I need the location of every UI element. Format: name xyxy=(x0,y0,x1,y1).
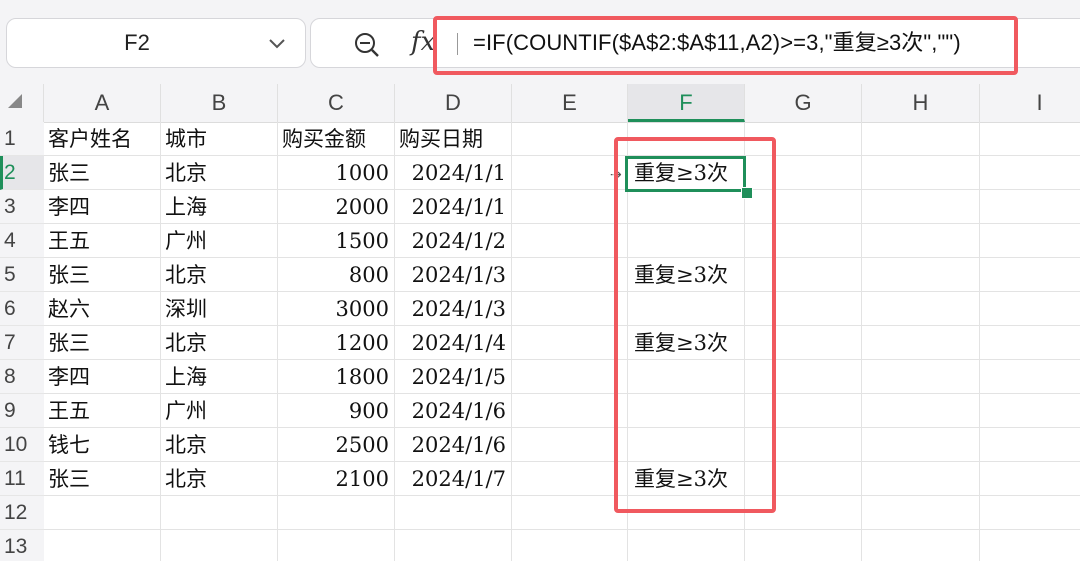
column-header-row: ABCDEFGHI xyxy=(0,84,1080,123)
column-header-b[interactable]: B xyxy=(161,84,278,122)
name-cell[interactable]: 张三 xyxy=(44,258,161,292)
name-cell[interactable]: 赵六 xyxy=(44,292,161,326)
row-header-7[interactable]: 7 xyxy=(0,326,44,360)
row-header-9[interactable]: 9 xyxy=(0,394,44,428)
zoom-out-icon[interactable] xyxy=(353,31,381,59)
column-header-f[interactable]: F xyxy=(628,84,745,122)
row-header-2[interactable]: 2 xyxy=(0,156,44,190)
column-header-d[interactable]: D xyxy=(395,84,512,122)
name-box-value[interactable]: F2 xyxy=(7,19,267,67)
header-cell[interactable]: 客户姓名 xyxy=(44,122,161,156)
name-cell[interactable]: 张三 xyxy=(44,326,161,360)
city-cell[interactable]: 北京 xyxy=(161,428,278,462)
amount-cell[interactable]: 2100 xyxy=(278,462,395,496)
row-header-column: 1 2 3 4 5 6 7 8 9 10 11 12 13 xyxy=(0,122,44,561)
name-cell[interactable]: 张三 xyxy=(44,156,161,190)
city-cell[interactable]: 北京 xyxy=(161,156,278,190)
spreadsheet-grid: ABCDEFGHI 1 2 3 4 5 6 7 8 9 10 11 12 13 客户姓名 城市 购买金额 购买… xyxy=(0,84,1080,561)
date-cell[interactable]: 2024/1/6 xyxy=(395,394,512,428)
row-gridline xyxy=(44,529,1080,530)
amount-cell[interactable]: 2000 xyxy=(278,190,395,224)
date-cell[interactable]: 2024/1/4 xyxy=(395,326,512,360)
date-cell[interactable]: 2024/1/3 xyxy=(395,292,512,326)
row-header-8[interactable]: 8 xyxy=(0,360,44,394)
column-header-c[interactable]: C xyxy=(278,84,395,122)
header-cell[interactable]: 城市 xyxy=(161,122,278,156)
amount-cell[interactable]: 1000 xyxy=(278,156,395,190)
amount-cell[interactable]: 3000 xyxy=(278,292,395,326)
name-cell[interactable]: 张三 xyxy=(44,462,161,496)
column-header-a[interactable]: A xyxy=(44,84,161,122)
name-cell[interactable]: 李四 xyxy=(44,190,161,224)
header-cell[interactable]: 购买日期 xyxy=(395,122,512,156)
formula-highlight-box xyxy=(433,16,1018,75)
date-cell[interactable]: 2024/1/1 xyxy=(395,156,512,190)
row-header-11[interactable]: 11 xyxy=(0,462,44,496)
date-cell[interactable]: 2024/1/2 xyxy=(395,224,512,258)
date-cell[interactable]: 2024/1/6 xyxy=(395,428,512,462)
row-header-6[interactable]: 6 xyxy=(0,292,44,326)
date-cell[interactable]: 2024/1/5 xyxy=(395,360,512,394)
city-cell[interactable]: 北京 xyxy=(161,326,278,360)
column-header-e[interactable]: E xyxy=(512,84,628,122)
cell-area[interactable]: 客户姓名 城市 购买金额 购买日期 张三 北京 1000 2024/1/1 重复≥3次 李四 上海 2… xyxy=(44,122,1080,561)
row-header-4[interactable]: 4 xyxy=(0,224,44,258)
date-cell[interactable]: 2024/1/1 xyxy=(395,190,512,224)
row-header-13[interactable]: 13 xyxy=(0,530,44,561)
name-cell[interactable]: 王五 xyxy=(44,224,161,258)
name-cell[interactable]: 钱七 xyxy=(44,428,161,462)
city-cell[interactable]: 北京 xyxy=(161,258,278,292)
date-cell[interactable]: 2024/1/7 xyxy=(395,462,512,496)
header-cell[interactable]: 购买金额 xyxy=(278,122,395,156)
name-box[interactable]: F2 xyxy=(6,18,306,68)
name-cell[interactable]: 李四 xyxy=(44,360,161,394)
fx-icon[interactable]: fx xyxy=(411,27,435,57)
column-header-i[interactable]: I xyxy=(980,84,1080,122)
row-header-3[interactable]: 3 xyxy=(0,190,44,224)
formula-bar: F2 fx =IF(COUNTIF($A$2:$A$11,A2)>=3,"重复≥… xyxy=(0,0,1080,84)
amount-cell[interactable]: 1800 xyxy=(278,360,395,394)
result-highlight-box xyxy=(614,137,776,513)
select-all-icon xyxy=(8,94,22,108)
amount-cell[interactable]: 2500 xyxy=(278,428,395,462)
amount-cell[interactable]: 800 xyxy=(278,258,395,292)
select-all-button[interactable] xyxy=(0,84,44,122)
chevron-down-icon[interactable] xyxy=(267,33,287,53)
amount-cell[interactable]: 1500 xyxy=(278,224,395,258)
city-cell[interactable]: 上海 xyxy=(161,360,278,394)
row-header-1[interactable]: 1 xyxy=(0,122,44,156)
amount-cell[interactable]: 900 xyxy=(278,394,395,428)
name-cell[interactable]: 王五 xyxy=(44,394,161,428)
city-cell[interactable]: 上海 xyxy=(161,190,278,224)
column-header-g[interactable]: G xyxy=(745,84,862,122)
date-cell[interactable]: 2024/1/3 xyxy=(395,258,512,292)
row-header-12[interactable]: 12 xyxy=(0,496,44,530)
row-header-10[interactable]: 10 xyxy=(0,428,44,462)
column-header-h[interactable]: H xyxy=(862,84,980,122)
city-cell[interactable]: 广州 xyxy=(161,394,278,428)
row-header-5[interactable]: 5 xyxy=(0,258,44,292)
city-cell[interactable]: 北京 xyxy=(161,462,278,496)
city-cell[interactable]: 深圳 xyxy=(161,292,278,326)
city-cell[interactable]: 广州 xyxy=(161,224,278,258)
amount-cell[interactable]: 1200 xyxy=(278,326,395,360)
